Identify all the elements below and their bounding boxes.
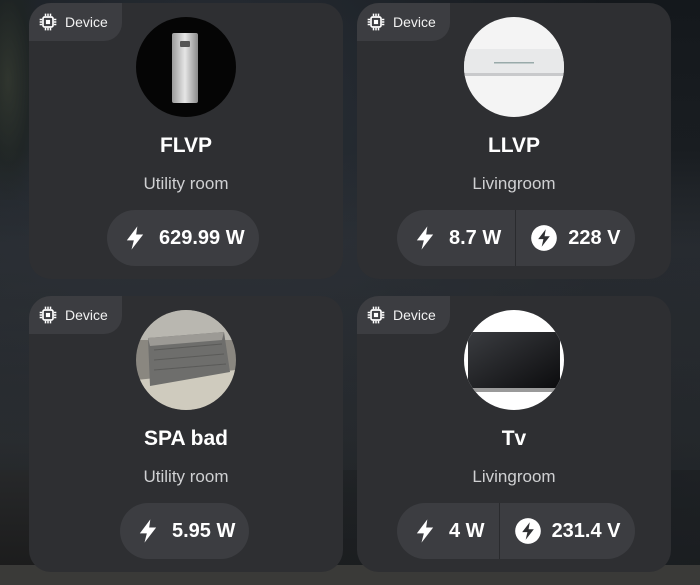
power-reading[interactable]: 629.99 W — [107, 210, 259, 266]
lightning-bolt-icon — [139, 519, 157, 543]
voltage-circle-icon — [514, 518, 541, 544]
device-card-flvp[interactable]: Device FLVP Utility room 629.99 W — [29, 3, 343, 279]
power-value: 629.99 W — [159, 226, 245, 249]
device-badge: Device — [357, 296, 450, 334]
device-card-spa-bad[interactable]: Device SPA bad Utility room 5.95 W — [29, 296, 343, 572]
device-badge-label: Device — [393, 14, 436, 30]
device-badge: Device — [357, 3, 450, 41]
device-card-llvp[interactable]: Device LLVP Livingroom 8.7 W 228 V — [357, 3, 671, 279]
voltage-value: 231.4 V — [551, 519, 621, 542]
device-name: LLVP — [487, 134, 541, 157]
device-room: Utility room — [143, 467, 229, 486]
device-badge-label: Device — [393, 307, 436, 323]
power-reading[interactable]: 8.7 W — [397, 210, 515, 266]
power-reading[interactable]: 4 W — [397, 503, 499, 559]
power-value: 4 W — [449, 519, 485, 542]
device-name: FLVP — [159, 134, 213, 157]
device-room: Livingroom — [472, 174, 556, 193]
device-badge-label: Device — [65, 14, 108, 30]
lightning-bolt-icon — [416, 519, 434, 543]
lightning-bolt-icon — [126, 226, 144, 250]
chip-icon — [39, 306, 57, 324]
voltage-value: 228 V — [568, 226, 621, 249]
voltage-reading[interactable]: 228 V — [515, 210, 634, 266]
device-image-heat-pump — [136, 17, 236, 117]
device-badge-label: Device — [65, 307, 108, 323]
device-room: Utility room — [143, 174, 229, 193]
device-image-television — [464, 310, 564, 410]
device-image-air-conditioner — [464, 17, 564, 117]
device-card-tv[interactable]: Device Tv Livingroom 4 W 231.4 V — [357, 296, 671, 572]
device-room: Livingroom — [472, 467, 556, 486]
power-reading[interactable]: 5.95 W — [120, 503, 249, 559]
device-readings[interactable]: 8.7 W 228 V — [397, 210, 635, 266]
device-readings[interactable]: 629.99 W — [107, 210, 259, 266]
device-name: Tv — [501, 427, 527, 450]
device-name: SPA bad — [143, 427, 228, 450]
device-badge: Device — [29, 3, 122, 41]
chip-icon — [39, 13, 57, 31]
voltage-circle-icon — [531, 225, 558, 251]
lightning-bolt-icon — [416, 226, 434, 250]
device-image-hot-tub — [136, 310, 236, 410]
power-value: 8.7 W — [449, 226, 502, 249]
power-value: 5.95 W — [172, 519, 236, 542]
chip-icon — [367, 306, 385, 324]
device-readings[interactable]: 5.95 W — [120, 503, 250, 559]
chip-icon — [367, 13, 385, 31]
voltage-reading[interactable]: 231.4 V — [498, 503, 635, 559]
device-badge: Device — [29, 296, 122, 334]
device-readings[interactable]: 4 W 231.4 V — [397, 503, 635, 559]
